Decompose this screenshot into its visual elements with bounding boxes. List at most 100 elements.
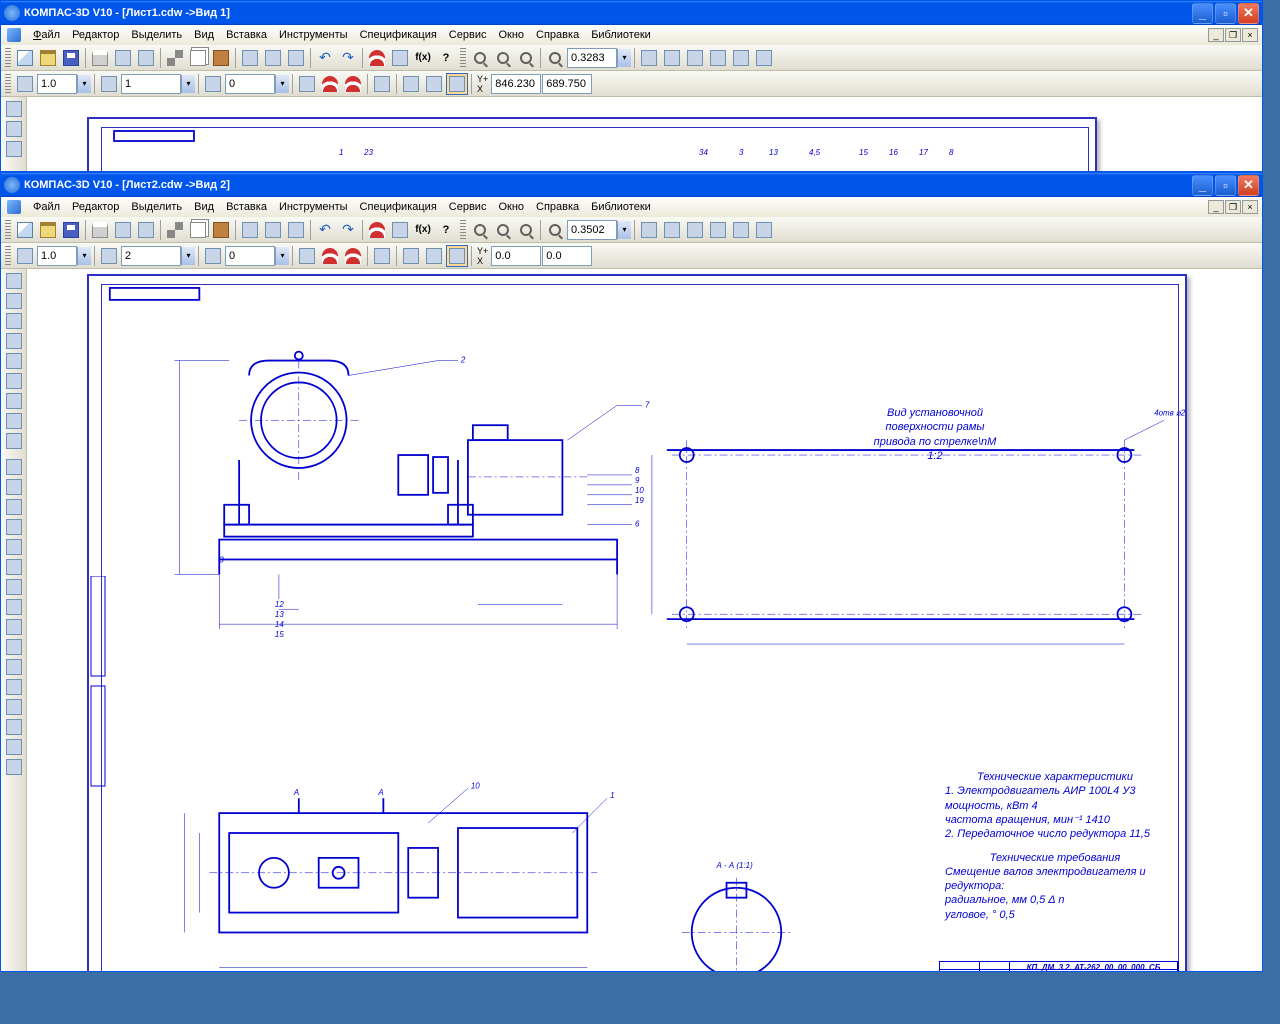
menu-libs[interactable]: Библиотеки — [585, 27, 657, 43]
layer-input[interactable] — [121, 246, 181, 266]
coord-y-input[interactable] — [542, 74, 592, 94]
tool-dim[interactable] — [3, 311, 25, 331]
menu-tools[interactable]: Инструменты — [273, 199, 354, 215]
new-button[interactable] — [14, 219, 36, 241]
open-button[interactable] — [37, 47, 59, 69]
mdi-close[interactable]: × — [1242, 200, 1258, 214]
menu-view[interactable]: Вид — [188, 199, 220, 215]
magnet2-button[interactable] — [319, 245, 341, 267]
tb-f[interactable] — [684, 219, 706, 241]
dropdown-icon[interactable]: ▾ — [181, 75, 195, 93]
zoom-window-button[interactable] — [515, 47, 537, 69]
ortho-active-button[interactable] — [446, 245, 468, 267]
menu-window[interactable]: Окно — [492, 199, 530, 215]
tb-g[interactable] — [707, 219, 729, 241]
maximize-button[interactable]: ▫ — [1215, 175, 1236, 196]
zoom-in-button[interactable] — [469, 219, 491, 241]
menu-service[interactable]: Сервис — [443, 27, 493, 43]
layer-input[interactable] — [121, 74, 181, 94]
menu-insert[interactable]: Вставка — [220, 199, 273, 215]
tool-rect[interactable] — [3, 577, 25, 597]
maximize-button[interactable]: ▫ — [1215, 3, 1236, 24]
dropdown-icon[interactable]: ▾ — [181, 247, 195, 265]
coord-y-input[interactable] — [542, 246, 592, 266]
tool-h[interactable] — [3, 737, 25, 757]
menu-spec[interactable]: Спецификация — [354, 27, 443, 43]
tool-edit[interactable] — [3, 351, 25, 371]
magnet-button[interactable] — [366, 219, 388, 241]
tb-i[interactable] — [753, 219, 775, 241]
tool-select[interactable] — [3, 99, 25, 119]
tb-c[interactable] — [285, 47, 307, 69]
ortho-active-button[interactable] — [446, 73, 468, 95]
print-button[interactable] — [89, 47, 111, 69]
grid-button[interactable] — [371, 245, 393, 267]
tb-f[interactable] — [684, 47, 706, 69]
ortho-y-button[interactable] — [423, 73, 445, 95]
tb-d[interactable] — [389, 219, 411, 241]
tool-line2[interactable] — [3, 477, 25, 497]
tool-d[interactable] — [3, 657, 25, 677]
tool-select[interactable] — [3, 271, 25, 291]
magnet3-button[interactable] — [342, 245, 364, 267]
dropdown-icon[interactable]: ▾ — [77, 247, 91, 265]
toolbar-grip[interactable] — [5, 246, 11, 266]
menu-view[interactable]: Вид — [188, 27, 220, 43]
toolbar-grip[interactable] — [460, 48, 466, 68]
coord-x-input[interactable] — [491, 74, 541, 94]
layer-icon-button[interactable] — [98, 245, 120, 267]
tb-s1[interactable] — [296, 73, 318, 95]
menu-select[interactable]: Выделить — [125, 199, 188, 215]
tool-i[interactable] — [3, 757, 25, 777]
menu-select[interactable]: Выделить — [125, 27, 188, 43]
tool-dim[interactable] — [3, 139, 25, 159]
toolbar-grip[interactable] — [5, 220, 11, 240]
tb-c[interactable] — [285, 219, 307, 241]
style-input[interactable] — [225, 74, 275, 94]
titlebar-2[interactable]: КОМПАС-3D V10 - [Лист2.cdw ->Вид 2] _ ▫ … — [1, 173, 1262, 197]
paste-button[interactable] — [210, 219, 232, 241]
mdi-min[interactable]: _ — [1208, 28, 1224, 42]
close-button[interactable]: ✕ — [1238, 3, 1259, 24]
tool-arc[interactable] — [3, 517, 25, 537]
menu-help[interactable]: Справка — [530, 199, 585, 215]
dropdown-icon[interactable]: ▾ — [275, 75, 289, 93]
tool-poly[interactable] — [3, 597, 25, 617]
menu-service[interactable]: Сервис — [443, 199, 493, 215]
tb-a[interactable] — [239, 47, 261, 69]
tool-geom[interactable] — [3, 291, 25, 311]
zoom-field[interactable]: ▾ — [567, 48, 631, 68]
tool-param[interactable] — [3, 371, 25, 391]
zoom-out-button[interactable] — [492, 47, 514, 69]
copy-button[interactable] — [187, 219, 209, 241]
mdi-min[interactable]: _ — [1208, 200, 1224, 214]
menu-window[interactable]: Окно — [492, 27, 530, 43]
toolbar-grip[interactable] — [5, 74, 11, 94]
grid-button[interactable] — [371, 73, 393, 95]
layer-field[interactable]: ▾ — [121, 74, 195, 94]
paste-button[interactable] — [210, 47, 232, 69]
tool-line[interactable] — [3, 119, 25, 139]
zoom-input[interactable] — [567, 48, 617, 68]
help-context-button[interactable]: ? — [435, 219, 457, 241]
menu-help[interactable]: Справка — [530, 27, 585, 43]
preview-button[interactable] — [112, 219, 134, 241]
print-button[interactable] — [89, 219, 111, 241]
zoom-field[interactable]: ▾ — [567, 220, 631, 240]
canvas-2[interactable]: 7 2 8 9 10 19 6 3 12 13 14 — [27, 269, 1262, 971]
fx-button[interactable]: f(x) — [412, 219, 434, 241]
tool-b[interactable] — [3, 431, 25, 451]
props-button[interactable] — [135, 47, 157, 69]
dropdown-icon[interactable]: ▾ — [617, 49, 631, 67]
ortho-x-button[interactable] — [400, 245, 422, 267]
cut-button[interactable] — [164, 219, 186, 241]
tool-point[interactable] — [3, 457, 25, 477]
style-icon-button[interactable] — [202, 245, 224, 267]
save-button[interactable] — [60, 219, 82, 241]
zoom-fit-button[interactable] — [544, 47, 566, 69]
coord-x-input[interactable] — [491, 246, 541, 266]
tool-f[interactable] — [3, 697, 25, 717]
redo-button[interactable]: ↷ — [337, 219, 359, 241]
props-button[interactable] — [135, 219, 157, 241]
fx-button[interactable]: f(x) — [412, 47, 434, 69]
